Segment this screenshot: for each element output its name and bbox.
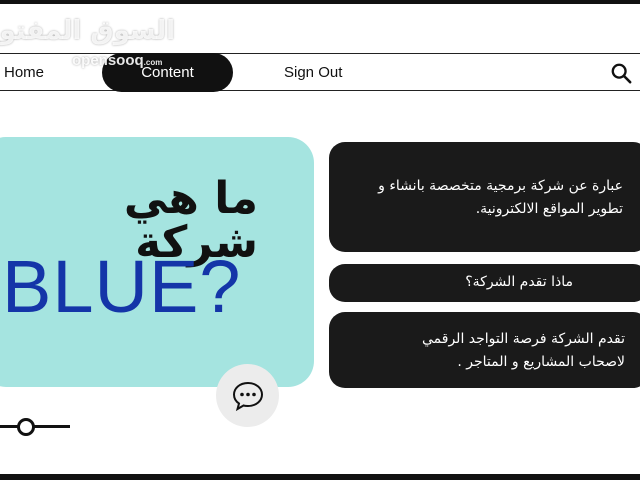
info-card-offer-line2: لاصحاب المشاريع و المتاجر .: [457, 354, 625, 370]
info-card-question: ماذا تقدم الشركة؟: [329, 264, 640, 302]
slider-knob[interactable]: [17, 418, 35, 436]
top-border: [0, 0, 640, 4]
navbar: Home Content Sign Out: [0, 53, 640, 92]
chat-bubble-icon: [232, 381, 263, 411]
nav-content-label: Content: [141, 64, 194, 81]
watermark-arabic: السوق المفتوح: [0, 16, 175, 46]
nav-content-button[interactable]: Content: [102, 53, 233, 92]
info-card-about-line2: تطوير المواقع الالكترونية.: [475, 201, 623, 217]
nav-home-link[interactable]: Home: [4, 64, 44, 81]
info-card-question-line1: ماذا تقدم الشركة؟: [465, 274, 573, 290]
bottom-border: [0, 474, 640, 480]
info-card-offer: تقدم الشركة فرصة التواجد الرقمي لاصحاب ا…: [329, 312, 640, 388]
hero-english-title: BLUE?: [2, 245, 242, 328]
chat-button[interactable]: [216, 364, 279, 427]
progress-slider[interactable]: [0, 418, 72, 436]
info-card-about: عبارة عن شركة برمجية متخصصة بانشاء و تطو…: [329, 142, 640, 252]
search-icon[interactable]: [610, 62, 632, 84]
nav-sign-out-link[interactable]: Sign Out: [284, 64, 342, 81]
info-card-about-line1: عبارة عن شركة برمجية متخصصة بانشاء و: [378, 178, 623, 194]
info-card-offer-line1: تقدم الشركة فرصة التواجد الرقمي: [422, 331, 625, 347]
slider-track: [0, 425, 70, 428]
